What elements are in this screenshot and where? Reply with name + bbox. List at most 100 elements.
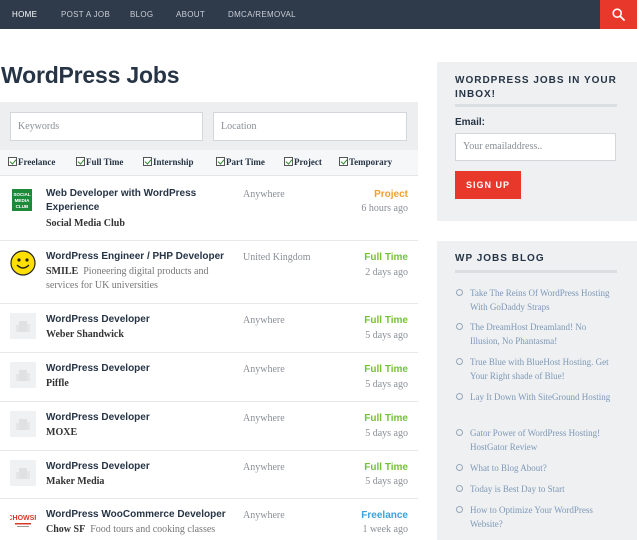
blog-widget-title: WP JOBS BLOG <box>455 253 545 264</box>
job-title[interactable]: WordPress Developer <box>46 362 236 376</box>
job-location: Anywhere <box>243 364 285 375</box>
placeholder-logo-icon <box>10 411 36 437</box>
checkbox-checked-icon[interactable] <box>8 157 17 166</box>
blog-post-link[interactable]: Lay It Down With SiteGround Hosting <box>455 390 615 404</box>
job-date: 5 days ago <box>365 428 408 439</box>
blog-post-link[interactable]: What to Blog About? <box>455 461 615 475</box>
job-listing[interactable]: WordPress Developer MOXE Anywhere Full T… <box>0 402 418 451</box>
blog-post-link[interactable]: Gator Power of WordPress Hosting! HostGa… <box>455 426 615 454</box>
job-location: Anywhere <box>243 189 285 200</box>
bullet-icon <box>456 429 463 436</box>
job-title[interactable]: WordPress Developer <box>46 460 236 474</box>
job-date: 5 days ago <box>365 330 408 341</box>
job-filter-box: Keywords Location <box>0 102 418 150</box>
smile-logo <box>10 250 36 276</box>
job-date: 2 days ago <box>365 267 408 278</box>
job-listing[interactable]: CHOWSF WordPress WooCommerce Developer C… <box>0 499 418 540</box>
job-company: Chow SF Food tours and cooking classes <box>46 524 216 535</box>
divider <box>455 270 617 273</box>
job-type-badge: Full Time <box>364 252 408 263</box>
location-input[interactable]: Location <box>213 112 407 141</box>
job-date: 1 week ago <box>362 524 408 535</box>
blog-post-link[interactable]: True Blue with BlueHost Hosting. Get You… <box>455 355 615 383</box>
job-listing[interactable]: SOCIAL MEDIA CLUB Web Developer with Wor… <box>0 177 418 241</box>
type-filter-project[interactable]: Project <box>284 157 322 167</box>
job-location: Anywhere <box>243 413 285 424</box>
job-type-filters: Freelance Full Time Internship Part Time… <box>0 150 418 176</box>
job-listing[interactable]: WordPress Developer Weber Shandwick Anyw… <box>0 304 418 353</box>
placeholder-logo-icon <box>10 362 36 388</box>
job-listing[interactable]: WordPress Developer Piffle Anywhere Full… <box>0 353 418 402</box>
job-location: Anywhere <box>243 462 285 473</box>
bullet-icon <box>456 485 463 492</box>
top-navigation: HOME POST A JOB BLOG ABOUT DMCA/REMOVAL <box>0 0 637 29</box>
job-type-badge: Full Time <box>364 462 408 473</box>
newsletter-title: WORDPRESS JOBS IN YOUR INBOX! <box>455 75 617 100</box>
job-title[interactable]: WordPress Developer <box>46 313 236 327</box>
checkbox-checked-icon[interactable] <box>76 157 85 166</box>
type-filter-temporary[interactable]: Temporary <box>339 157 392 167</box>
type-filter-internship[interactable]: Internship <box>143 157 194 167</box>
nav-home[interactable]: HOME <box>12 0 37 29</box>
sign-up-button[interactable]: SIGN UP <box>455 171 521 199</box>
placeholder-logo-icon <box>10 460 36 486</box>
job-title[interactable]: WordPress WooCommerce Developer <box>46 508 236 522</box>
chowsf-logo: CHOWSF <box>7 508 39 534</box>
job-type-badge: Full Time <box>364 413 408 424</box>
job-company: Piffle <box>46 378 69 389</box>
job-location: United Kingdom <box>243 252 311 263</box>
job-location: Anywhere <box>243 315 285 326</box>
job-title[interactable]: WordPress Engineer / PHP Developer <box>46 250 236 264</box>
checkbox-checked-icon[interactable] <box>216 157 225 166</box>
job-type-badge: Project <box>374 189 408 200</box>
blog-post-link[interactable]: Today is Best Day to Start <box>455 482 615 496</box>
nav-post-a-job[interactable]: POST A JOB <box>61 0 110 29</box>
job-date: 6 hours ago <box>361 203 408 214</box>
social-media-club-logo: SOCIAL MEDIA CLUB <box>10 188 36 214</box>
bullet-icon <box>456 506 463 513</box>
job-listing[interactable]: WordPress Engineer / PHP Developer SMILE… <box>0 241 418 304</box>
job-location: Anywhere <box>243 510 285 521</box>
blog-post-link[interactable]: How to Optimize Your WordPress Website? <box>455 503 615 531</box>
job-type-badge: Full Time <box>364 315 408 326</box>
checkbox-checked-icon[interactable] <box>339 157 348 166</box>
job-company: Weber Shandwick <box>46 329 124 340</box>
job-listing[interactable]: WordPress Developer Maker Media Anywhere… <box>0 451 418 499</box>
type-filter-freelance[interactable]: Freelance <box>8 157 55 167</box>
email-label: Email: <box>455 117 486 128</box>
nav-about[interactable]: ABOUT <box>176 0 205 29</box>
job-date: 5 days ago <box>365 476 408 487</box>
bullet-icon <box>456 358 463 365</box>
placeholder-logo-icon <box>10 313 36 339</box>
svg-text:CLUB: CLUB <box>16 204 29 209</box>
keywords-input[interactable]: Keywords <box>10 112 203 141</box>
job-title[interactable]: WordPress Developer <box>46 411 236 425</box>
checkbox-checked-icon[interactable] <box>284 157 293 166</box>
page-title: WordPress Jobs <box>1 62 180 88</box>
job-title[interactable]: Web Developer with WordPress Experience <box>46 187 236 215</box>
svg-text:MEDIA: MEDIA <box>15 198 30 203</box>
search-button[interactable] <box>600 0 637 29</box>
job-company: Maker Media <box>46 476 105 487</box>
checkbox-checked-icon[interactable] <box>143 157 152 166</box>
type-filter-full-time[interactable]: Full Time <box>76 157 123 167</box>
nav-dmca-removal[interactable]: DMCA/REMOVAL <box>228 0 296 29</box>
blog-widget: WP JOBS BLOG Take The Reins Of WordPress… <box>437 241 637 540</box>
email-field[interactable]: Your emailaddress.. <box>455 133 616 161</box>
bullet-icon <box>456 289 463 296</box>
bullet-icon <box>456 393 463 400</box>
blog-post-link[interactable]: The DreamHost Dreamland! No Illusion, No… <box>455 320 615 348</box>
bullet-icon <box>456 464 463 471</box>
blog-post-link[interactable]: Take The Reins Of WordPress Hosting With… <box>455 286 615 314</box>
job-date: 5 days ago <box>365 379 408 390</box>
type-filter-part-time[interactable]: Part Time <box>216 157 265 167</box>
job-type-badge: Freelance <box>361 510 408 521</box>
job-company: MOXE <box>46 427 78 438</box>
bullet-icon <box>456 323 463 330</box>
nav-blog[interactable]: BLOG <box>130 0 153 29</box>
job-company: Social Media Club <box>46 218 125 229</box>
svg-text:CHOWSF: CHOWSF <box>10 515 36 522</box>
job-type-badge: Full Time <box>364 364 408 375</box>
newsletter-widget: WORDPRESS JOBS IN YOUR INBOX! Email: You… <box>437 62 637 221</box>
svg-text:SOCIAL: SOCIAL <box>13 192 31 197</box>
